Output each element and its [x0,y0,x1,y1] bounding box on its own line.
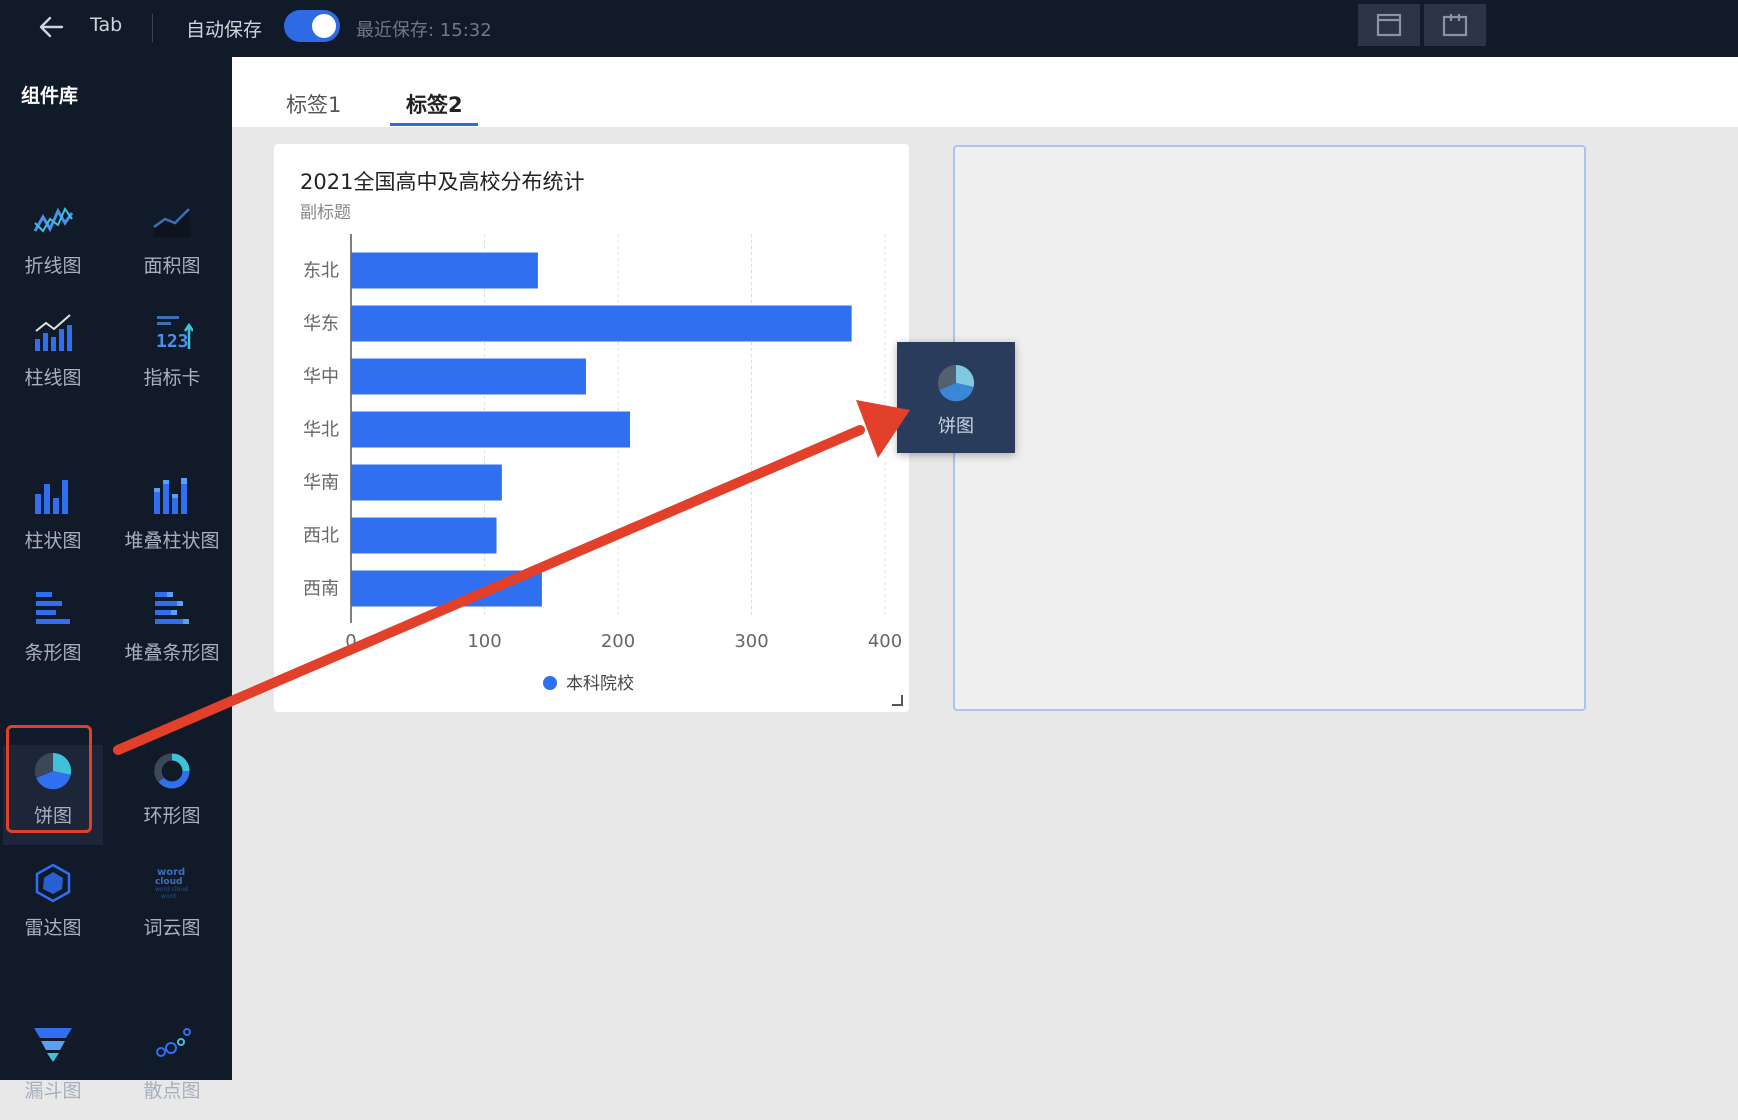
maximize-button[interactable] [1358,4,1420,46]
top-bar: Tab 自动保存 最近保存: 15:32 [0,0,1738,57]
bar [351,305,852,342]
component-line-chart[interactable]: 折线图 [3,195,103,295]
drag-ghost-pie-chart[interactable]: 饼图 [897,342,1015,453]
component-scatter-chart[interactable]: 散点图 [122,1020,222,1120]
bar [351,570,542,607]
active-tab-indicator [390,123,478,126]
component-label: 词云图 [143,917,201,939]
x-tick-label: 0 [345,631,356,652]
window-restore-icon [1442,14,1468,37]
x-tick-label: 300 [734,631,768,652]
window-icon [1376,13,1402,37]
component-label: 散点图 [143,1080,201,1102]
bar-line-chart-icon [35,314,72,351]
category-label: 华北 [303,420,339,441]
stacked-bar-chart-icon [155,592,189,624]
x-tick-label: 400 [868,631,902,652]
indicator-card-icon: 123 [156,316,193,352]
category-label: 华南 [303,473,339,494]
component-label: 堆叠柱状图 [124,530,220,552]
radar-chart-icon [35,863,71,903]
page-title: Tab [90,14,123,36]
autosave-label: 自动保存 [186,19,263,41]
component-column-chart[interactable]: 柱状图 [3,470,103,570]
component-bar-chart[interactable]: 条形图 [3,582,103,682]
svg-text:123: 123 [156,331,189,352]
chart-card[interactable]: 2021全国高中及高校分布统计 副标题 0 100 200 300 400 东北 华东 华中华… [274,144,909,712]
bar [351,517,497,554]
drag-ghost-label: 饼图 [938,416,974,437]
pie-chart-icon [937,364,975,402]
component-stacked-column-chart[interactable]: 堆叠柱状图 [122,470,222,570]
component-bar-line-chart[interactable]: 柱线图 [3,307,103,407]
component-ring-chart[interactable]: 环形图 [122,745,222,845]
category-label: 西北 [303,526,339,547]
last-saved-text: 最近保存: 15:32 [356,20,492,41]
area-chart-icon [153,208,191,237]
component-wordcloud-chart[interactable]: word cloud word cloud word 词云图 [122,857,222,957]
legend-marker [543,676,557,690]
divider [152,14,153,42]
funnel-icon [34,1028,72,1062]
back-arrow-icon[interactable] [38,14,64,40]
restore-button[interactable] [1424,4,1486,46]
category-label: 西南 [303,579,339,600]
component-label: 折线图 [24,255,82,277]
component-label: 雷达图 [24,917,82,939]
category-label: 东北 [303,261,339,282]
autosave-toggle[interactable] [284,10,340,42]
category-label: 华中 [303,367,339,388]
component-label: 指标卡 [143,367,201,389]
bar [351,411,631,448]
component-label: 堆叠条形图 [124,642,220,664]
component-label: 条形图 [24,642,82,664]
drop-zone[interactable] [953,145,1586,711]
selection-highlight [6,725,92,833]
component-area-chart[interactable]: 面积图 [122,195,222,295]
category-label: 华东 [303,314,339,335]
resize-handle[interactable] [892,695,903,706]
component-funnel-chart[interactable]: 漏斗图 [3,1020,103,1120]
tab-1[interactable]: 标签1 [286,89,341,119]
bar [351,464,502,501]
component-indicator-card[interactable]: 123 指标卡 [122,307,222,407]
stacked-column-chart-icon [154,478,187,514]
legend-label: 本科院校 [566,674,634,694]
svg-text:word cloud: word cloud [155,886,188,893]
bar-chart: 0 100 200 300 400 东北华东华中华北华南西北西南本科院校 [303,234,902,694]
library-title: 组件库 [21,85,79,107]
component-label: 柱状图 [24,530,82,552]
tab-bar: 标签1 标签2 [232,57,1738,127]
wordcloud-icon: wordcloudword cloudword [155,867,188,900]
x-tick-label: 100 [467,631,501,652]
component-label: 面积图 [143,255,201,277]
component-radar-chart[interactable]: 雷达图 [3,857,103,957]
column-chart-icon [35,480,68,514]
bar-chart-icon [36,592,70,624]
ring-chart-icon [154,753,190,789]
x-tick-label: 200 [601,631,635,652]
component-label: 环形图 [143,805,201,827]
line-chart-icon [33,206,74,233]
svg-text:word: word [161,893,176,900]
bar [351,252,538,289]
scatter-icon [156,1028,191,1057]
tab-2[interactable]: 标签2 [406,89,463,119]
toggle-knob [312,14,336,38]
component-stacked-bar-chart[interactable]: 堆叠条形图 [122,582,222,682]
component-label: 柱线图 [24,367,82,389]
component-label: 漏斗图 [24,1080,82,1102]
bar [351,358,586,395]
